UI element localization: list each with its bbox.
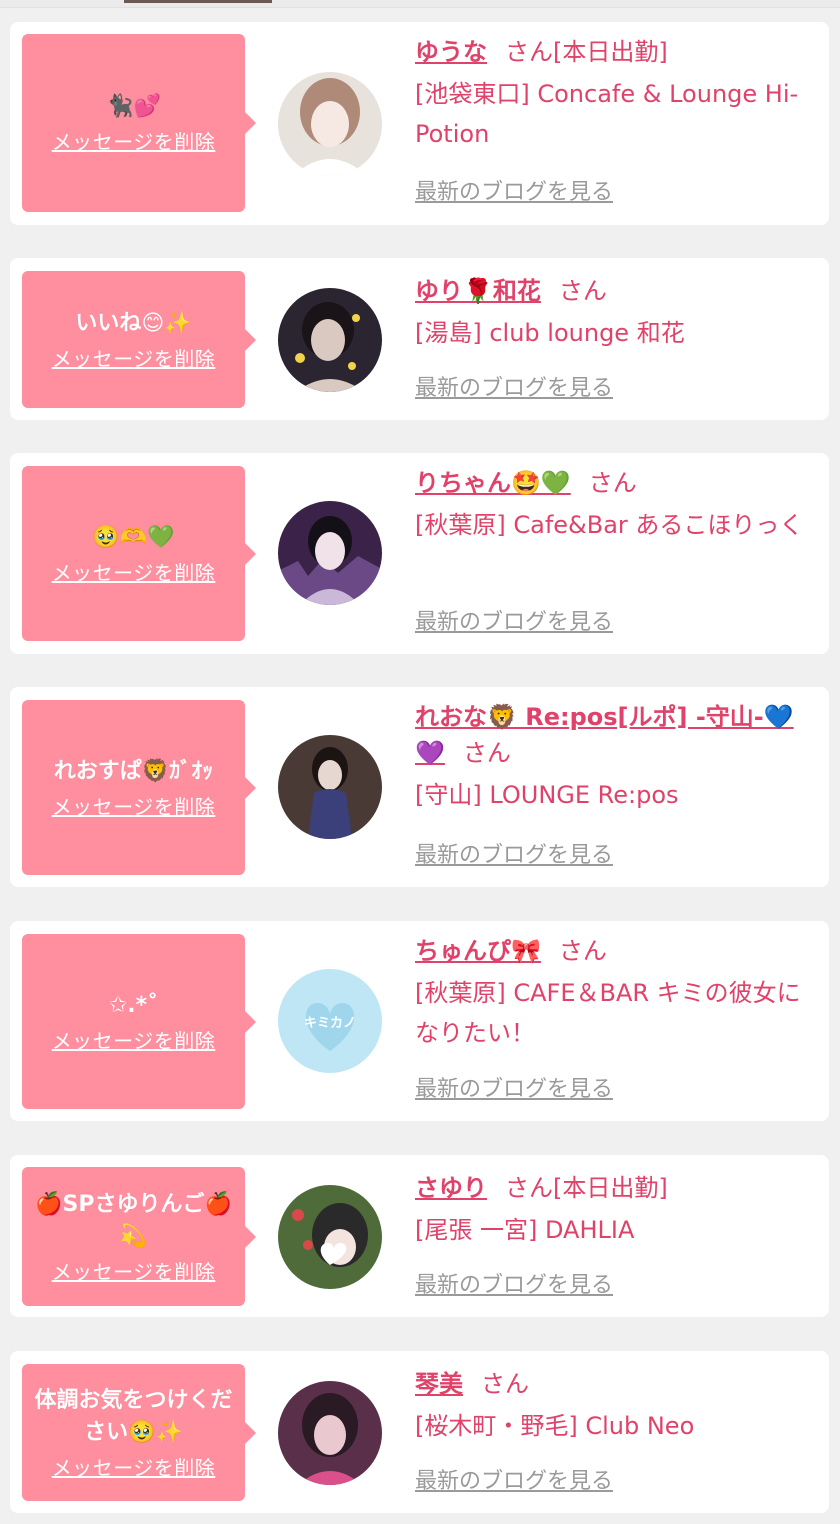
honorific: さん — [505, 38, 553, 66]
shop-name: [池袋東口] Concafe & Lounge Hi-Potion — [415, 80, 799, 148]
honorific: さん — [481, 1370, 529, 1398]
message-bubble: れおすぱ🦁ｶﾞｵｯ メッセージを削除 — [22, 700, 256, 875]
message-bubble: 🥹🫶💚 メッセージを削除 — [22, 466, 256, 641]
name-line: 琴美 さん — [415, 1366, 815, 1402]
shop-name: [秋葉原] Cafe&Bar あるこほりっく — [415, 511, 804, 539]
shop-name: [秋葉原] CAFE＆BAR キミの彼女になりたい！ — [415, 979, 801, 1047]
delete-message-link[interactable]: メッセージを削除 — [52, 346, 216, 372]
message-text: 🥹🫶💚 — [92, 524, 175, 550]
name-line: りちゃん🤩💚 さん — [415, 465, 815, 501]
avatar-logo-icon: キミカノ — [278, 969, 382, 1073]
avatar-photo-icon — [278, 72, 382, 176]
latest-blog-link[interactable]: 最新のブログを見る — [415, 841, 613, 871]
avatar-photo-icon — [278, 501, 382, 605]
avatar[interactable] — [278, 72, 382, 176]
message-card: ✩.*˚ メッセージを削除 キミカノ ちゅんぴ🎀 さん [秋葉原] CAFE＆BA… — [10, 921, 829, 1121]
shop-name: [守山] LOUNGE Re:pos — [415, 781, 679, 809]
latest-blog-link[interactable]: 最新のブログを見る — [415, 608, 613, 638]
avatar[interactable] — [278, 735, 382, 839]
message-bubble: ✩.*˚ メッセージを削除 — [22, 934, 256, 1109]
honorific: さん — [462, 739, 511, 767]
avatar-photo-icon — [278, 1185, 382, 1289]
message-bubble: いいね😊✨ メッセージを削除 — [22, 271, 256, 408]
cast-name-link[interactable]: ゆうな — [415, 38, 487, 66]
message-text: ✩.*˚ — [108, 992, 159, 1018]
avatar[interactable] — [278, 1185, 382, 1289]
honorific: さん — [588, 469, 637, 497]
cast-name-link[interactable]: ゆり🌹和花 — [415, 277, 541, 305]
status-badge: [本日出勤] — [553, 38, 668, 66]
cast-name-link[interactable]: ちゅんぴ🎀 — [415, 937, 541, 965]
message-text: れおすぱ🦁ｶﾞｵｯ — [53, 758, 214, 784]
shop-name: [湯島] club lounge 和花 — [415, 319, 685, 347]
name-line: さゆり さん[本日出勤] — [415, 1170, 815, 1206]
message-card: 体調お気をつけください🥹✨ メッセージを削除 琴美 さん [桜木町・野毛] Clu… — [10, 1351, 829, 1513]
avatar-photo-icon — [278, 288, 382, 392]
avatar-photo-icon — [278, 735, 382, 839]
honorific: さん — [558, 277, 607, 305]
message-card: 🥹🫶💚 メッセージを削除 りちゃん🤩💚 さん [秋葉原] Cafe&Bar あるこ… — [10, 453, 829, 654]
honorific: さん — [505, 1174, 553, 1202]
message-bubble: 🍎SPさゆりんご🍎💫 メッセージを削除 — [22, 1167, 256, 1306]
cast-name-link[interactable]: さゆり — [415, 1174, 487, 1202]
avatar[interactable]: キミカノ — [278, 969, 382, 1073]
cast-name-link[interactable]: りちゃん🤩💚 — [415, 469, 571, 497]
status-badge: [本日出勤] — [553, 1174, 668, 1202]
message-bubble: 🐈‍⬛💕 メッセージを削除 — [22, 34, 256, 212]
latest-blog-link[interactable]: 最新のブログを見る — [415, 178, 613, 208]
shop-name: [尾張 一宮] DAHLIA — [415, 1216, 635, 1244]
delete-message-link[interactable]: メッセージを削除 — [52, 560, 216, 586]
avatar-photo-icon — [278, 1381, 382, 1485]
active-tab-indicator — [124, 0, 272, 3]
delete-message-link[interactable]: メッセージを削除 — [52, 129, 216, 155]
name-line: れおな🦁 Re:pos[ルポ] -守山-💙💜 さん — [415, 699, 815, 771]
honorific: さん — [558, 937, 607, 965]
message-card: れおすぱ🦁ｶﾞｵｯ メッセージを削除 れおな🦁 Re:pos[ルポ] -守山-💙… — [10, 687, 829, 887]
name-line: ちゅんぴ🎀 さん — [415, 933, 815, 969]
message-card: 🍎SPさゆりんご🍎💫 メッセージを削除 さゆり さん[本日出勤] [尾張 一宮] … — [10, 1155, 829, 1317]
delete-message-link[interactable]: メッセージを削除 — [52, 794, 216, 820]
latest-blog-link[interactable]: 最新のブログを見る — [415, 1075, 613, 1105]
latest-blog-link[interactable]: 最新のブログを見る — [415, 1467, 613, 1497]
message-text: 🍎SPさゆりんご🍎💫 — [35, 1191, 232, 1249]
avatar[interactable] — [278, 288, 382, 392]
cast-name-link[interactable]: 琴美 — [415, 1370, 463, 1398]
message-text: いいね😊✨ — [75, 310, 192, 336]
avatar-logo-text: キミカノ — [304, 1016, 356, 1031]
avatar[interactable] — [278, 1381, 382, 1485]
latest-blog-link[interactable]: 最新のブログを見る — [415, 374, 613, 404]
shop-name: [桜木町・野毛] Club Neo — [415, 1412, 695, 1440]
name-line: ゆうな さん[本日出勤] — [415, 34, 815, 70]
message-card: いいね😊✨ メッセージを削除 ゆり🌹和花 さん [湯島] club lounge … — [10, 258, 829, 420]
avatar[interactable] — [278, 501, 382, 605]
name-line: ゆり🌹和花 さん — [415, 273, 815, 309]
message-text: 🐈‍⬛💕 — [106, 94, 161, 119]
message-card: 🐈‍⬛💕 メッセージを削除 ゆうな さん[本日出勤] [池袋東口] Concafe… — [10, 22, 829, 225]
message-text: 体調お気をつけください🥹✨ — [34, 1387, 233, 1445]
latest-blog-link[interactable]: 最新のブログを見る — [415, 1271, 613, 1301]
delete-message-link[interactable]: メッセージを削除 — [52, 1455, 216, 1481]
delete-message-link[interactable]: メッセージを削除 — [52, 1259, 216, 1285]
delete-message-link[interactable]: メッセージを削除 — [52, 1028, 216, 1054]
message-bubble: 体調お気をつけください🥹✨ メッセージを削除 — [22, 1364, 256, 1501]
